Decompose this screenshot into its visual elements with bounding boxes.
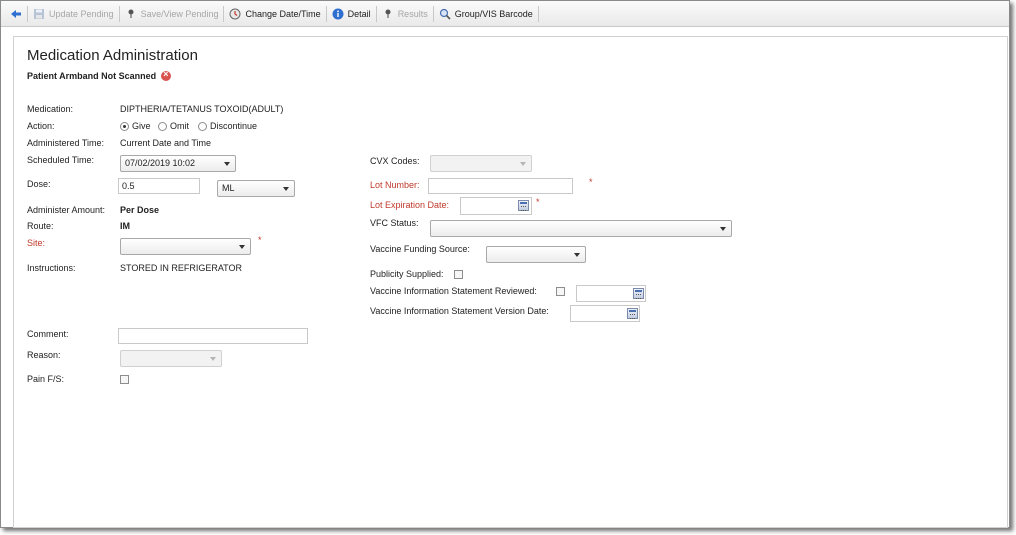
armband-warning: Patient Armband Not Scanned [27,69,172,81]
publicity-supplied-label: Publicity Supplied: [370,269,444,279]
scheduled-time-select[interactable]: 07/02/2019 10:02 [120,155,236,172]
error-icon [161,69,172,81]
chevron-down-icon [520,162,526,166]
save-view-pending-label: Save/View Pending [140,8,219,19]
lot-expiration-label: Lot Expiration Date: [370,200,450,210]
action-label: Action: [27,121,55,131]
medication-label: Medication: [27,104,74,114]
comment-input[interactable] [118,328,308,344]
action-discontinue-radio[interactable] [198,122,207,131]
vfc-status-label: VFC Status: [370,218,419,228]
toolbar: Update Pending Save/View Pending Change … [1,1,1009,27]
results-button[interactable]: Results [377,4,433,24]
back-arrow-icon [10,8,22,20]
chevron-down-icon [574,253,580,257]
back-button[interactable] [5,4,27,24]
instructions-label: Instructions: [27,263,76,273]
change-date-time-label: Change Date/Time [245,8,321,19]
dose-unit-value: ML [222,183,235,193]
armband-warning-text: Patient Armband Not Scanned [27,71,157,81]
lot-number-required-marker: * [589,177,593,187]
calendar-icon[interactable] [633,288,644,299]
chevron-down-icon [210,357,216,361]
administered-time-value: Current Date and Time [120,138,212,148]
vis-reviewed-checkbox[interactable] [556,287,565,296]
content-panel: Medication Administration Patient Armban… [13,36,1008,528]
detail-label: Detail [347,8,371,19]
action-give-label[interactable]: Give [132,121,151,131]
chevron-down-icon [283,187,289,191]
save-disk-icon [33,8,45,20]
dose-input[interactable]: 0.5 [118,178,200,194]
dose-unit-select[interactable]: ML [217,180,295,197]
group-vis-barcode-button[interactable]: Group/VIS Barcode [434,4,538,24]
action-omit-label[interactable]: Omit [170,121,189,131]
pin-icon [125,8,137,20]
clock-icon [229,8,241,20]
medication-value: DIPTHERIA/TETANUS TOXOID(ADULT) [120,104,284,114]
vis-version-date-label: Vaccine Information Statement Version Da… [370,306,549,316]
detail-button[interactable]: Detail [327,4,376,24]
page-title: Medication Administration [27,47,198,64]
lot-expiration-required-marker: * [536,197,540,207]
chevron-down-icon [239,245,245,249]
funding-source-label: Vaccine Funding Source: [370,244,470,254]
vfc-status-select[interactable] [430,220,732,237]
action-discontinue-label[interactable]: Discontinue [210,121,257,131]
action-omit-radio[interactable] [158,122,167,131]
lot-number-label: Lot Number: [370,180,420,190]
administered-time-label: Administered Time: [27,138,105,148]
save-view-pending-button[interactable]: Save/View Pending [120,4,224,24]
window-frame: Update Pending Save/View Pending Change … [0,0,1010,528]
funding-source-select[interactable] [486,246,586,263]
results-label: Results [397,8,428,19]
update-pending-label: Update Pending [49,8,114,19]
site-select[interactable] [120,238,251,255]
info-icon [332,8,344,20]
chevron-down-icon [224,162,230,166]
toolbar-separator [537,5,539,22]
pin-icon [382,8,394,20]
dose-value: 0.5 [122,181,135,191]
chevron-down-icon [720,227,726,231]
calendar-icon[interactable] [518,200,529,211]
publicity-supplied-checkbox[interactable] [454,270,463,279]
vis-reviewed-label: Vaccine Information Statement Reviewed: [370,286,537,296]
pain-label: Pain F/S: [27,374,65,384]
change-date-time-button[interactable]: Change Date/Time [224,4,325,24]
instructions-value: STORED IN REFRIGERATOR [120,263,243,273]
dose-label: Dose: [27,179,51,189]
group-vis-barcode-label: Group/VIS Barcode [454,8,533,19]
scheduled-time-value: 07/02/2019 10:02 [125,158,196,168]
site-required-marker: * [258,235,262,245]
lot-number-input[interactable] [428,178,573,194]
route-label: Route: [27,221,54,231]
update-pending-button[interactable]: Update Pending [28,4,119,24]
administer-amount-label: Administer Amount: [27,205,106,215]
magnifier-icon [439,8,451,20]
administer-amount-value: Per Dose [120,205,160,215]
pain-checkbox[interactable] [120,375,129,384]
cvx-codes-select[interactable] [430,155,532,172]
calendar-icon[interactable] [627,308,638,319]
scheduled-time-label: Scheduled Time: [27,155,95,165]
cvx-codes-label: CVX Codes: [370,156,420,166]
action-give-radio[interactable] [120,122,129,131]
reason-select[interactable] [120,350,222,367]
site-label: Site: [27,238,46,248]
route-value: IM [120,221,130,231]
comment-label: Comment: [27,329,69,339]
reason-label: Reason: [27,350,61,360]
